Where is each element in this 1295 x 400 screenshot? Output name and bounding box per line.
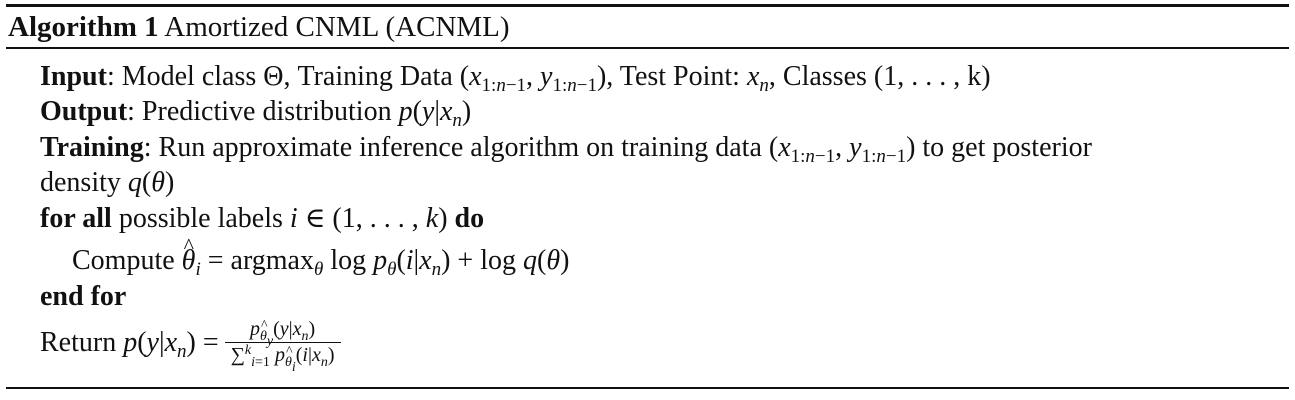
for-line: for all possible labels i ∈ (1, . . . , … — [40, 202, 484, 236]
input-test-text: , Test Point: — [606, 61, 747, 92]
compute-line: Compute θi = argmaxθ log pθ(i|xn) + log … — [72, 229, 570, 279]
training-keyword: Training — [40, 132, 144, 163]
input-line: Input: Model class Θ, Training Data (x1:… — [40, 60, 991, 96]
density-math: q(θ) — [127, 167, 175, 198]
output-keyword: Output — [40, 96, 128, 127]
log-text-2: log — [480, 245, 516, 276]
compute-math: θi = argmaxθ log pθ(i|xn) + log q(θ) — [182, 229, 570, 279]
training-data-math: (x1:n−1, y1:n−1) — [459, 61, 607, 96]
top-rule — [6, 4, 1289, 7]
endfor-line: end for — [40, 280, 126, 314]
algorithm-header: Algorithm 1 Amortized CNML (ACNML) — [8, 10, 510, 44]
return-fraction: pθy(y|xn) ∑ki=1 pθi(i|xn) — [224, 317, 341, 376]
input-text: : Model class Θ, Training Data — [106, 61, 460, 92]
output-text: : Predictive distribution — [127, 96, 399, 127]
return-lhs-math: p(y|xn) = — [123, 327, 219, 362]
algorithm-label: Algorithm 1 — [8, 11, 159, 43]
do-keyword: do — [454, 203, 485, 234]
predictive-math: p(y|xn) — [398, 96, 472, 131]
bottom-rule — [6, 387, 1289, 389]
return-text: Return — [40, 327, 124, 358]
label-range-math: i ∈ (1, . . . , k) — [289, 203, 448, 234]
training-line: Training: Run approximate inference algo… — [40, 131, 1092, 167]
header-rule — [6, 47, 1289, 49]
input-keyword: Input — [40, 61, 107, 92]
density-text: density — [40, 167, 128, 198]
endfor-keyword: end for — [40, 281, 127, 312]
log-text-1: log — [330, 245, 367, 276]
algorithm-title: Amortized CNML (ACNML) — [164, 11, 510, 43]
compute-text: Compute — [72, 245, 182, 276]
density-line: density q(θ) — [40, 166, 174, 200]
input-classes-text: , Classes (1, . . . , k) — [768, 61, 991, 92]
training-tail: to get posterior — [915, 132, 1092, 163]
argmax-text: argmax — [230, 245, 314, 276]
test-point-math: xn — [746, 61, 769, 96]
training-data-math-2: (x1:n−1, y1:n−1) — [768, 132, 916, 167]
fraction-denominator: ∑ki=1 pθi(i|xn) — [230, 343, 335, 376]
return-line: Return p(y|xn) = pθy(y|xn) ∑ki=1 pθi(i|xn) — [40, 315, 341, 376]
for-text: possible labels — [111, 203, 290, 234]
training-text: : Run approximate inference algorithm on… — [143, 132, 769, 163]
fraction-numerator: pθy(y|xn) — [249, 317, 316, 349]
output-line: Output: Predictive distribution p(y|xn) — [40, 95, 472, 131]
for-keyword: for all — [40, 203, 112, 234]
